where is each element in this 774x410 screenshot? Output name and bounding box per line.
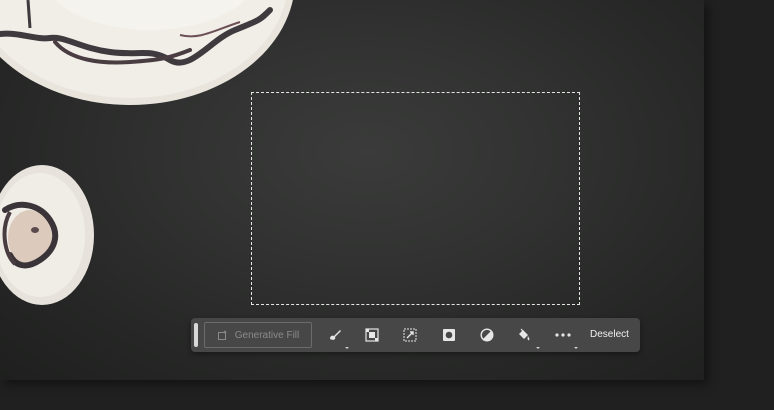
generative-fill-button[interactable]: Generative Fill: [204, 322, 312, 348]
fill-selection-dropdown[interactable]: [536, 347, 540, 349]
deselect-button[interactable]: Deselect: [590, 318, 629, 352]
invert-selection-button[interactable]: [363, 326, 381, 344]
workspace: Generative Fill Deselect: [0, 0, 774, 410]
modify-selection-dropdown[interactable]: [345, 347, 349, 349]
create-mask-button[interactable]: [440, 326, 458, 344]
invert-selection-icon: [365, 328, 379, 342]
modify-selection-icon: [330, 330, 341, 340]
adjustment-layer-button[interactable]: [478, 326, 496, 344]
modify-selection-button[interactable]: [326, 326, 344, 344]
generative-fill-label: Generative Fill: [234, 329, 300, 341]
more-options-button[interactable]: [554, 326, 572, 344]
selection-marquee[interactable]: [251, 92, 580, 305]
more-options-icon: [555, 333, 571, 337]
adjustment-layer-icon: [480, 328, 494, 342]
more-options-dropdown[interactable]: [574, 347, 578, 349]
transform-selection-button[interactable]: [401, 326, 419, 344]
taskbar-drag-handle[interactable]: [194, 323, 198, 347]
transform-selection-icon: [403, 328, 417, 342]
create-mask-icon: [443, 329, 455, 341]
generative-fill-icon: [217, 330, 227, 340]
ceramic-bowl: [0, 165, 94, 305]
fill-selection-button[interactable]: [515, 326, 533, 344]
fill-selection-icon: [519, 328, 530, 341]
contextual-taskbar: Generative Fill Deselect: [191, 318, 640, 352]
